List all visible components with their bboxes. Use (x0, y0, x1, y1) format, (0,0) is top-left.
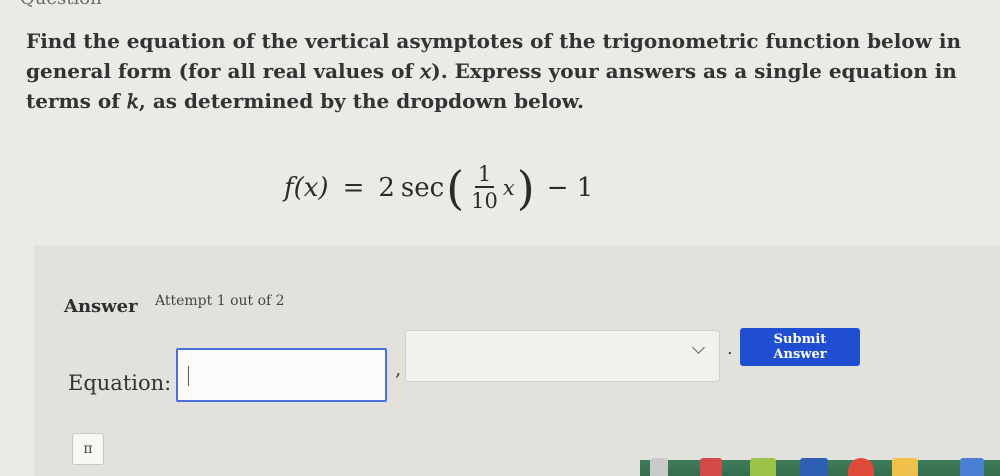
answer-label: Answer (64, 296, 138, 317)
dock-app-icon[interactable] (800, 458, 828, 476)
equation-coefficient: 2 (378, 173, 395, 203)
k-domain-dropdown[interactable] (405, 330, 720, 382)
left-paren: ( (446, 161, 465, 215)
equation-input[interactable] (176, 348, 387, 402)
equation-lhs: f(x) (284, 173, 329, 203)
dock-app-icon[interactable] (650, 458, 668, 476)
question-text: Find the equation of the vertical asympt… (26, 29, 962, 113)
equation-equals: = (342, 173, 365, 203)
question-header-label: Question (20, 0, 102, 9)
equation-tail: − 1 (546, 173, 594, 203)
dock-app-icon[interactable] (960, 458, 984, 476)
function-equation: f(x) = 2 sec ( 1 10 x ) − 1 (284, 158, 593, 218)
equation-label: Equation: (68, 371, 172, 395)
dock-app-icon[interactable] (700, 458, 722, 476)
comma-separator: , (395, 356, 402, 380)
equation-func: sec (400, 173, 445, 203)
period-separator: . (727, 338, 733, 359)
text-caret (188, 366, 189, 386)
fraction-numerator: 1 (474, 162, 495, 188)
submit-answer-button[interactable]: Submit Answer (740, 328, 860, 366)
dock-app-icon[interactable] (750, 458, 776, 476)
fraction-denominator: 10 (471, 189, 498, 213)
attempt-counter: Attempt 1 out of 2 (155, 293, 285, 309)
equation-variable: x (502, 176, 515, 200)
right-paren: ) (516, 161, 535, 215)
equation-fraction: 1 10 (468, 162, 501, 214)
dock-app-icon[interactable] (892, 458, 918, 476)
pi-symbol-button[interactable]: π (72, 433, 104, 465)
